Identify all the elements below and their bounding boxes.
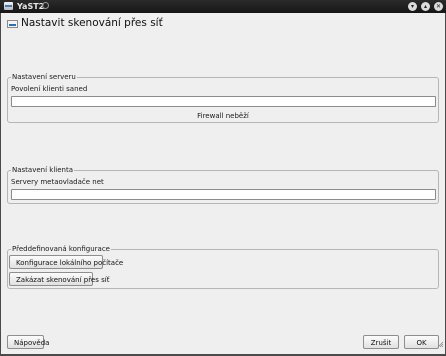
server-settings-legend: Nastavení serveru	[11, 73, 77, 82]
predefined-config-legend: Předdefinovaná konfigurace	[11, 245, 111, 254]
maximize-icon[interactable]: ▴	[421, 2, 430, 11]
pin-icon[interactable]	[42, 2, 49, 9]
firewall-status: Firewall neběží	[197, 112, 249, 120]
client-settings-legend: Nastavení klienta	[11, 166, 74, 175]
close-icon[interactable]: ✕	[434, 2, 443, 11]
client-settings-group: Nastavení klienta Servery metaovladače n…	[7, 166, 439, 204]
server-settings-group: Nastavení serveru Povolení klienti saned…	[7, 73, 439, 123]
cancel-button[interactable]: Zrušit	[363, 335, 399, 349]
page-title: Nastavit skenování přes síť	[21, 17, 163, 29]
window-title: YaST2	[17, 2, 45, 11]
help-button[interactable]: Nápověda	[7, 335, 49, 349]
local-config-button[interactable]: Konfigurace lokálního počítače	[9, 255, 123, 269]
net-servers-input[interactable]	[11, 189, 436, 200]
net-servers-label: Servery metaovladače net	[11, 178, 104, 186]
minimize-icon[interactable]: ▾	[408, 2, 417, 11]
allowed-clients-label: Povolení klienti saned	[11, 85, 88, 93]
window-titlebar[interactable]: YaST2 ▾ ▴ ✕	[0, 0, 446, 13]
resize-grip-icon[interactable]	[437, 341, 444, 348]
ok-button[interactable]: OK	[404, 335, 439, 349]
allowed-clients-input[interactable]	[11, 96, 436, 107]
disable-network-scanning-button[interactable]: Zakázat skenování přes síť	[9, 272, 109, 286]
scanner-heading-icon	[7, 20, 18, 28]
yast-app-icon	[4, 2, 13, 10]
